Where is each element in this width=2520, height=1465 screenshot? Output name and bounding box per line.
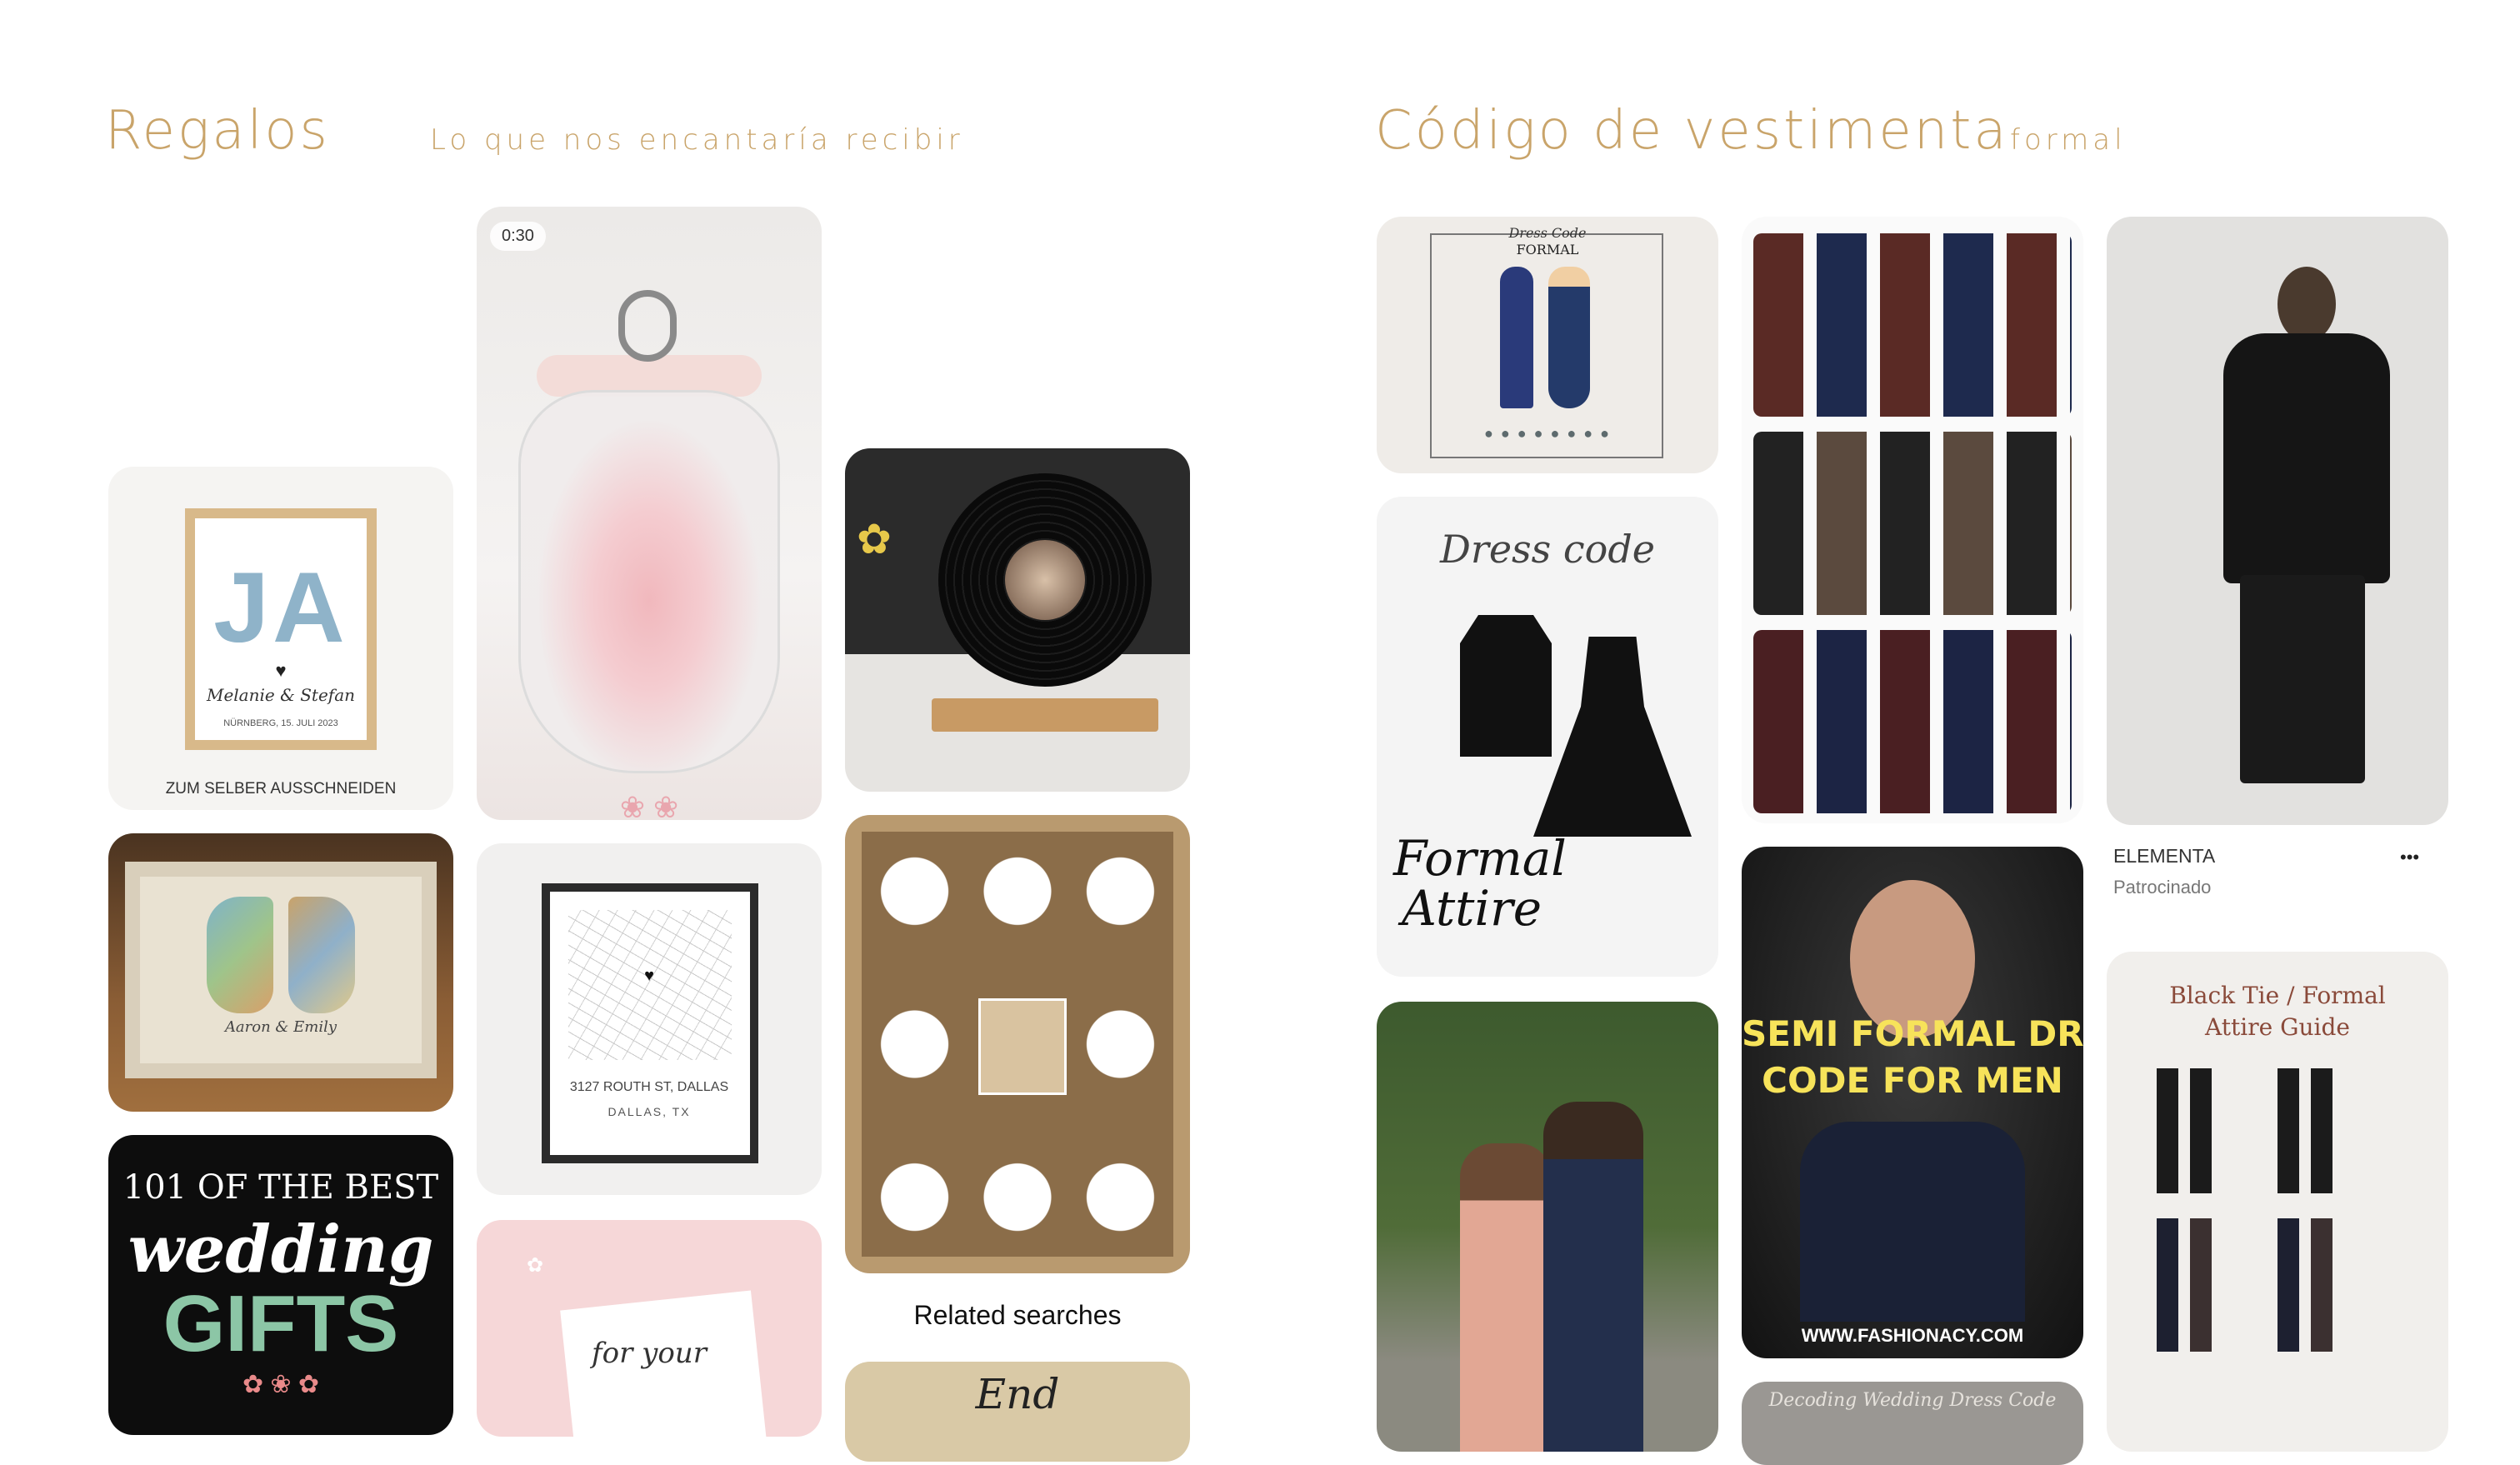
- pin-semi-formal-men[interactable]: SEMI FORMAL DRESS CODE FOR MEN WWW.FASHI…: [1742, 847, 2083, 1358]
- ja-date: NÜRNBERG, 15. JULI 2023: [223, 718, 338, 728]
- formal-top: Dress code: [1439, 527, 1656, 572]
- pin-city-map-print[interactable]: ♥ 3127 ROUTH ST, DALLAS DALLAS, TX: [477, 843, 822, 1195]
- center-gift-box: [978, 998, 1067, 1095]
- heart-icon: ♥: [275, 660, 287, 681]
- pin-decoding-dress-code[interactable]: Decoding Wedding Dress Code: [1742, 1382, 2083, 1465]
- chart-sub: FORMAL: [1516, 242, 1579, 258]
- ja-caption: ZUM SELBER AUSSCHNEIDEN: [165, 780, 397, 798]
- semi-line1: SEMI FORMAL DRESS: [1742, 1013, 2083, 1054]
- pin-wedding-gifts[interactable]: 101 OF THE BEST wedding GIFTS ✿ ❀ ✿: [108, 1135, 453, 1435]
- card-script: for your: [592, 1337, 707, 1370]
- map-city: DALLAS, TX: [608, 1105, 691, 1118]
- model-body: [2223, 333, 2390, 583]
- suits-row-1: [1753, 233, 2072, 417]
- couple-figures-row1: [2157, 1068, 2398, 1193]
- gifts-line2: wedding: [128, 1212, 434, 1288]
- more-options-icon[interactable]: •••: [2400, 847, 2419, 868]
- chart-heading: Dress Code: [1508, 225, 1587, 241]
- ja-names: Melanie & Stefan: [206, 685, 356, 705]
- pin-men-suits-grid[interactable]: [1742, 217, 2083, 823]
- floral-decoration: ✿ ❀ ✿: [242, 1371, 320, 1398]
- flowers-icon: ✿: [857, 516, 892, 562]
- daisy-icon: ✿: [527, 1254, 544, 1277]
- sponsored-tag: Patrocinado: [2113, 877, 2212, 898]
- pin-dress-code-chart[interactable]: Dress Code FORMAL ● ● ● ● ● ● ● ●: [1377, 217, 1718, 473]
- pin-vinyl-record-plaque[interactable]: ✿: [845, 448, 1190, 792]
- pin-silhouette-map-frame[interactable]: Aaron & Emily: [108, 833, 453, 1112]
- dress-code-subtitle: formal: [2010, 123, 2127, 157]
- formal-bottom1: Formal: [1393, 830, 1567, 887]
- model-legs: [2240, 575, 2365, 783]
- jar-handle: [618, 290, 677, 362]
- blacktie-line1: Black Tie / Formal: [2169, 982, 2386, 1009]
- tuxedo-icon: [1460, 615, 1552, 757]
- gifts-subtitle: Lo que nos encantaría recibir: [430, 123, 964, 157]
- formal-bottom2: Attire: [1402, 880, 1542, 937]
- pin-ja-letter-frame[interactable]: JA ♥ Melanie & Stefan NÜRNBERG, 15. JULI…: [108, 467, 453, 810]
- blacktie-line2: Attire Guide: [2205, 1013, 2350, 1041]
- ja-letters: JA: [213, 552, 348, 663]
- silhouette-right: [288, 897, 355, 1013]
- suits-row-3: [1753, 630, 2072, 813]
- butterflies: ❀ ❀: [619, 790, 679, 820]
- suits-row-2: [1753, 432, 2072, 615]
- pin-pink-card[interactable]: for your ✿: [477, 1220, 822, 1437]
- glass-jar: [518, 390, 780, 773]
- dress-icon: [1533, 637, 1692, 837]
- silhouette-names: Aaron & Emily: [224, 1018, 338, 1036]
- related-searches-label: Related searches: [913, 1300, 1122, 1330]
- wood-stand: [932, 698, 1158, 732]
- ornate-frame: [125, 862, 437, 1078]
- model-head: [2278, 267, 2336, 342]
- man-figure: [1543, 1102, 1643, 1452]
- dress-code-title: Código de vestimenta: [1375, 100, 2009, 162]
- gifts-title: Regalos: [105, 100, 330, 162]
- silhouette-left: [207, 897, 273, 1013]
- gifts-line3: GIFTS: [162, 1279, 399, 1368]
- pin-black-tie-guide[interactable]: Black Tie / Formal Attire Guide: [2107, 952, 2448, 1452]
- pin-butterfly-jar-video[interactable]: 0:30 ❀ ❀: [477, 207, 822, 820]
- suit-figure: [1500, 267, 1533, 408]
- semi-site: WWW.FASHIONACY.COM: [1801, 1325, 2024, 1346]
- sponsor-brand[interactable]: ELEMENTA: [2113, 845, 2215, 868]
- pin-sponsored-black-outfit[interactable]: [2107, 217, 2448, 825]
- color-palette: ● ● ● ● ● ● ● ●: [1484, 425, 1611, 442]
- suit-body: [1800, 1122, 2025, 1322]
- decoding-text: Decoding Wedding Dress Code: [1768, 1390, 2057, 1411]
- semi-line2: CODE FOR MEN: [1762, 1060, 2063, 1101]
- pin-couple-photo[interactable]: [1377, 1002, 1718, 1452]
- pin-flower-candles-box[interactable]: [845, 815, 1190, 1273]
- couple-figures-row2: [2157, 1218, 2398, 1352]
- gifts-line1: 101 OF THE BEST: [122, 1168, 439, 1207]
- woman-figure: [1460, 1143, 1552, 1452]
- related-teaser: End: [975, 1370, 1060, 1418]
- map-street: 3127 ROUTH ST, DALLAS: [569, 1080, 729, 1094]
- video-duration: 0:30: [490, 222, 546, 251]
- pin-related-search[interactable]: End: [845, 1362, 1190, 1462]
- pin-formal-attire[interactable]: Dress code Formal Attire: [1377, 497, 1718, 977]
- map-pin-icon: ♥: [644, 967, 654, 985]
- gown-figure: [1548, 267, 1590, 408]
